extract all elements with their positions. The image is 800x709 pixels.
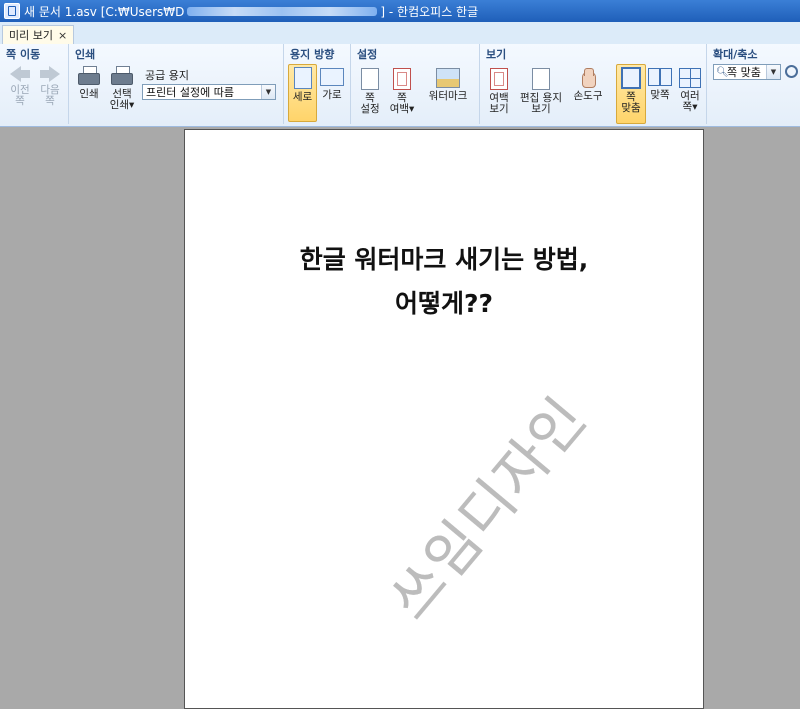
facing-pages-button[interactable]: 맞쪽 [646,68,674,101]
fit-page-icon [621,67,641,89]
group-page-move: 쪽 이동 이전 쪽 다음 쪽 [0,44,69,124]
ribbon-toolbar: 쪽 이동 이전 쪽 다음 쪽 인쇄 인쇄 선택 인쇄▾ 공급 용지 프린터 설정… [0,44,800,127]
group-title: 보기 [486,48,507,61]
heading-line-2: 어떻게?? [394,289,493,318]
watermark-text: 쓰임디자인 [377,385,600,633]
window-title-app: ] - 한컴오피스 한글 [380,4,479,19]
page-margin-icon [393,68,411,90]
window-titlebar[interactable]: 새 문서 1.asv [C:₩Users₩D ] - 한컴오피스 한글 [0,0,800,22]
zoom-select[interactable]: 🔍︎ 쪽 맞춤 ▼ [713,64,781,80]
select-print-button[interactable]: 선택 인쇄▾ [105,66,139,111]
arrow-right-icon [40,66,60,82]
chevron-down-icon: ▼ [261,85,275,99]
hwp-app-icon [4,3,20,19]
watermark-image-icon [436,68,460,88]
fit-page-button[interactable]: 쪽 맞춤 [616,64,646,124]
group-title: 설정 [357,48,378,61]
landscape-button[interactable]: 가로 [318,68,346,101]
hand-icon [580,68,596,88]
watermark-button[interactable]: 워터마크 [423,68,473,102]
next-page-button[interactable]: 다음 쪽 [36,66,64,107]
hand-tool-button[interactable]: 손도구 [568,68,608,102]
group-orientation: 용지 방향 세로 가로 [284,44,351,124]
prev-page-button[interactable]: 이전 쪽 [6,66,34,107]
portrait-button[interactable]: 세로 [288,64,317,122]
arrow-left-icon [10,66,30,82]
group-title: 용지 방향 [290,48,335,61]
group-title: 확대/축소 [713,48,758,61]
edit-paper-icon [532,68,550,90]
paper-source-select[interactable]: 프린터 설정에 따름 ▼ [142,84,276,100]
two-page-icon [648,68,672,86]
margin-view-icon [490,68,508,90]
heading-line-1: 한글 워터마크 새기는 방법, [299,245,589,274]
group-view: 보기 여백 보기 편집 용지 보기 손도구 쪽 맞춤 맞쪽 여러 쪽▾ [480,44,707,124]
group-settings: 설정 쪽 설정 쪽 여백▾ 워터마크 [351,44,480,124]
tab-bar: 미리 보기 × [0,22,800,45]
printer-check-icon [111,66,133,86]
edit-paper-view-button[interactable]: 편집 용지 보기 [516,68,566,115]
group-zoom: 확대/축소 🔍︎ 쪽 맞춤 ▼ [707,44,800,124]
magnifier-icon: 🔍︎ [716,67,729,78]
group-title: 쪽 이동 [6,48,41,61]
page-setup-button[interactable]: 쪽 설정 [357,68,383,115]
preview-workspace[interactable]: 한글 워터마크 새기는 방법, 어떻게?? 쓰임디자인 [0,127,800,709]
redacted-path [187,6,378,16]
portrait-page-icon [293,67,312,89]
chevron-down-icon: ▼ [766,65,780,79]
paper-source-label: 공급 용지 [145,69,189,82]
tab-label: 미리 보기 [9,28,53,42]
page-setup-icon [361,68,379,90]
multi-page-button[interactable]: 여러 쪽▾ [676,68,704,113]
zoom-out-icon[interactable] [785,65,798,78]
landscape-page-icon [320,68,344,86]
close-icon[interactable]: × [58,27,67,45]
print-button[interactable]: 인쇄 [75,66,103,100]
document-heading: 한글 워터마크 새기는 방법, 어떻게?? [185,238,703,326]
group-print: 인쇄 인쇄 선택 인쇄▾ 공급 용지 프린터 설정에 따름 ▼ [69,44,284,124]
page-margin-button[interactable]: 쪽 여백▾ [387,68,417,115]
preview-page: 한글 워터마크 새기는 방법, 어떻게?? 쓰임디자인 [184,129,704,709]
group-title: 인쇄 [75,48,96,61]
window-title-path: 새 문서 1.asv [C:₩Users₩D [24,4,185,19]
grid-pages-icon [679,68,701,88]
printer-icon [78,66,100,86]
tab-print-preview[interactable]: 미리 보기 × [2,25,75,45]
margin-view-button[interactable]: 여백 보기 [484,68,514,115]
